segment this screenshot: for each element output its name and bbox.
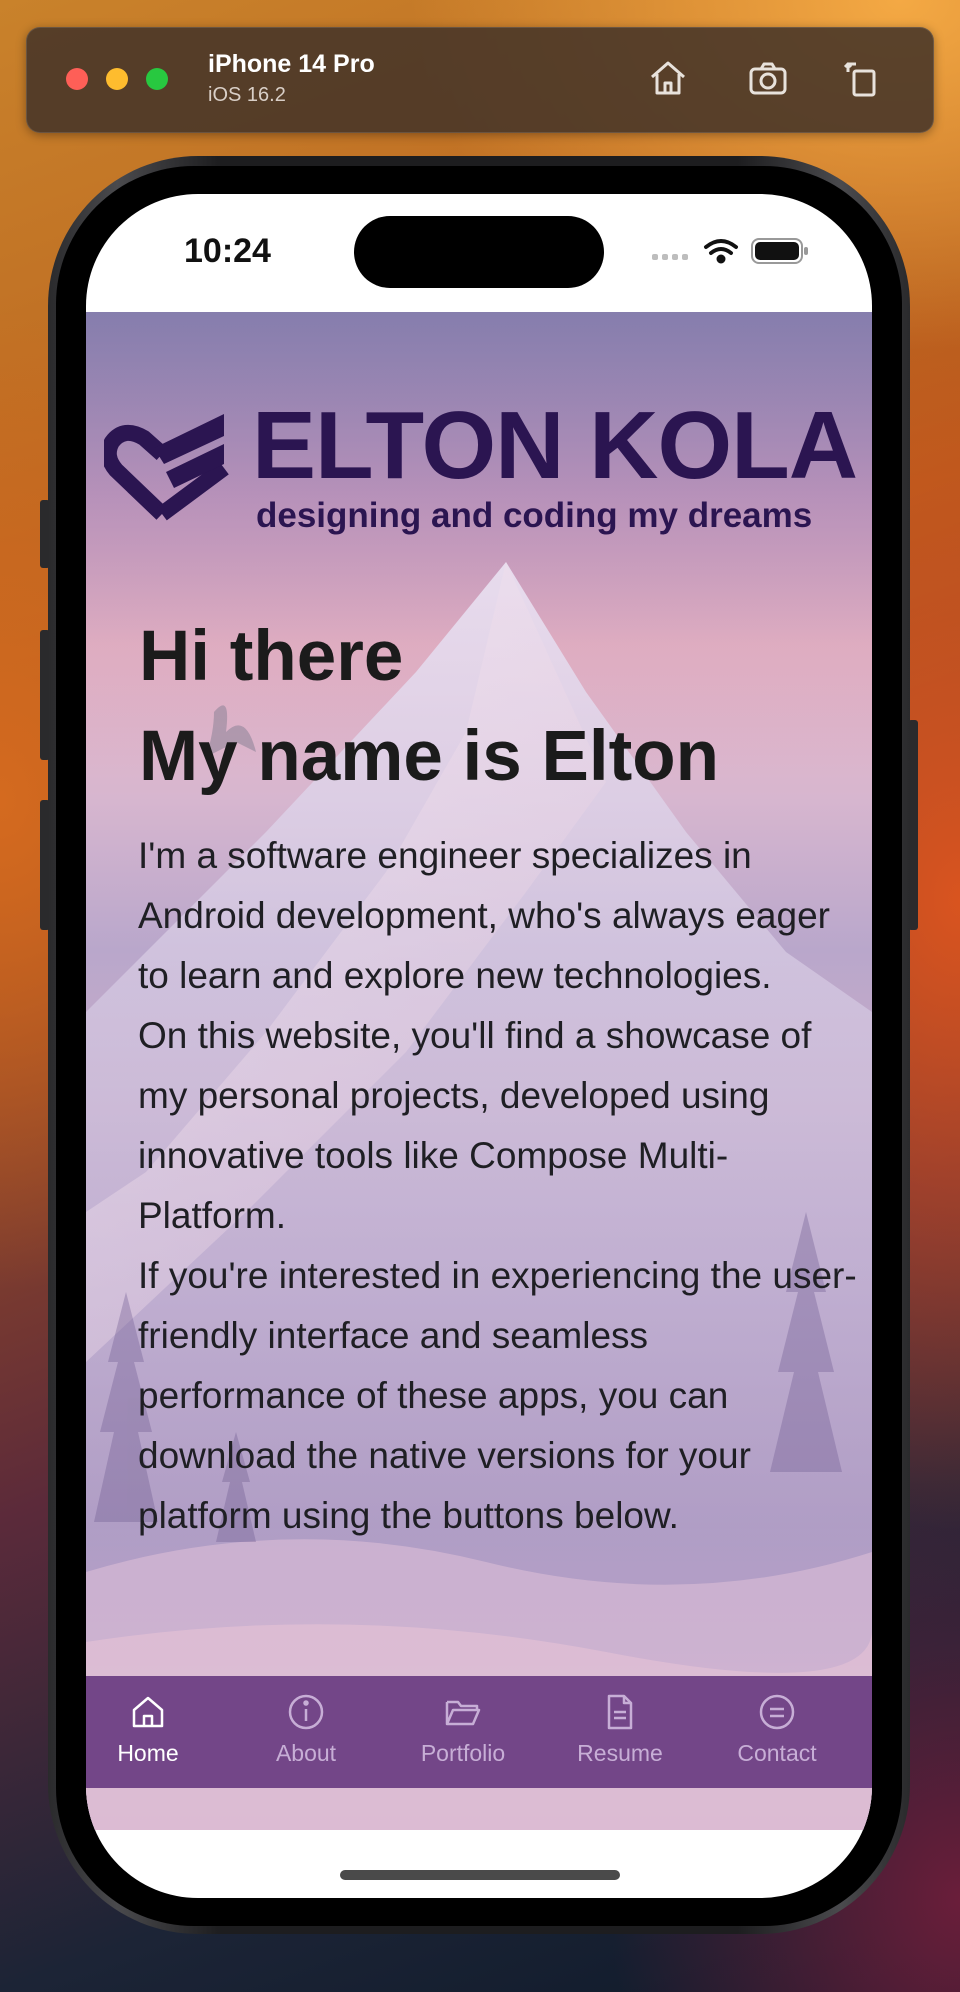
nav-item-resume[interactable]: Resume [550,1692,690,1767]
nav-item-portfolio[interactable]: Portfolio [393,1692,533,1767]
nav-label: About [275,1740,337,1766]
nav-item-contact[interactable]: Contact [707,1692,847,1767]
hero-heading: Hi there My name is Elton [139,607,719,807]
web-content: ELTON KOLA designing and coding my dream… [86,312,872,1830]
phone-screen: 10:24 ELTON KOLA designing and coding my… [86,194,872,1898]
close-window-button[interactable] [66,68,88,90]
document-icon [607,1694,633,1730]
nav-label: Portfolio [420,1740,506,1766]
info-icon [288,1694,324,1730]
bottom-navigation: Home About Portfolio Resume Contact [86,1676,872,1788]
status-time: 10:24 [184,232,271,270]
logo-title[interactable]: ELTON KOLA [252,398,858,494]
hero-line-name: My name is Elton [139,717,719,796]
dynamic-island [354,216,604,288]
intro-text: I'm a software engineer specializes in A… [138,826,858,1546]
nav-item-home[interactable]: Home [86,1692,218,1767]
home-icon [132,1696,164,1728]
hero-line-greeting: Hi there [139,617,404,696]
logo-subtitle: designing and coding my dreams [256,496,813,535]
intro-paragraph: On this website, you'll find a showcase … [138,1015,812,1236]
folder-icon [445,1700,481,1726]
home-indicator[interactable] [340,1870,620,1880]
nav-item-about[interactable]: About [236,1692,376,1767]
logo-heart-icon [104,414,229,521]
device-name: iPhone 14 Pro [208,50,375,78]
screenshot-icon[interactable] [746,56,790,100]
nav-label: Home [117,1740,179,1766]
battery-icon [751,238,808,264]
nav-label: Contact [737,1740,817,1766]
cellular-signal-icon [652,254,688,260]
rotate-icon[interactable] [840,56,884,100]
home-icon[interactable] [646,56,690,100]
zoom-window-button[interactable] [146,68,168,90]
os-version: iOS 16.2 [208,84,286,106]
nav-label: Resume [577,1740,663,1766]
wifi-icon [704,239,738,264]
intro-paragraph: If you're interested in experiencing the… [138,1255,857,1536]
chat-icon [759,1694,795,1730]
intro-paragraph: I'm a software engineer specializes in A… [138,835,830,996]
status-icons [652,238,808,264]
minimize-window-button[interactable] [106,68,128,90]
